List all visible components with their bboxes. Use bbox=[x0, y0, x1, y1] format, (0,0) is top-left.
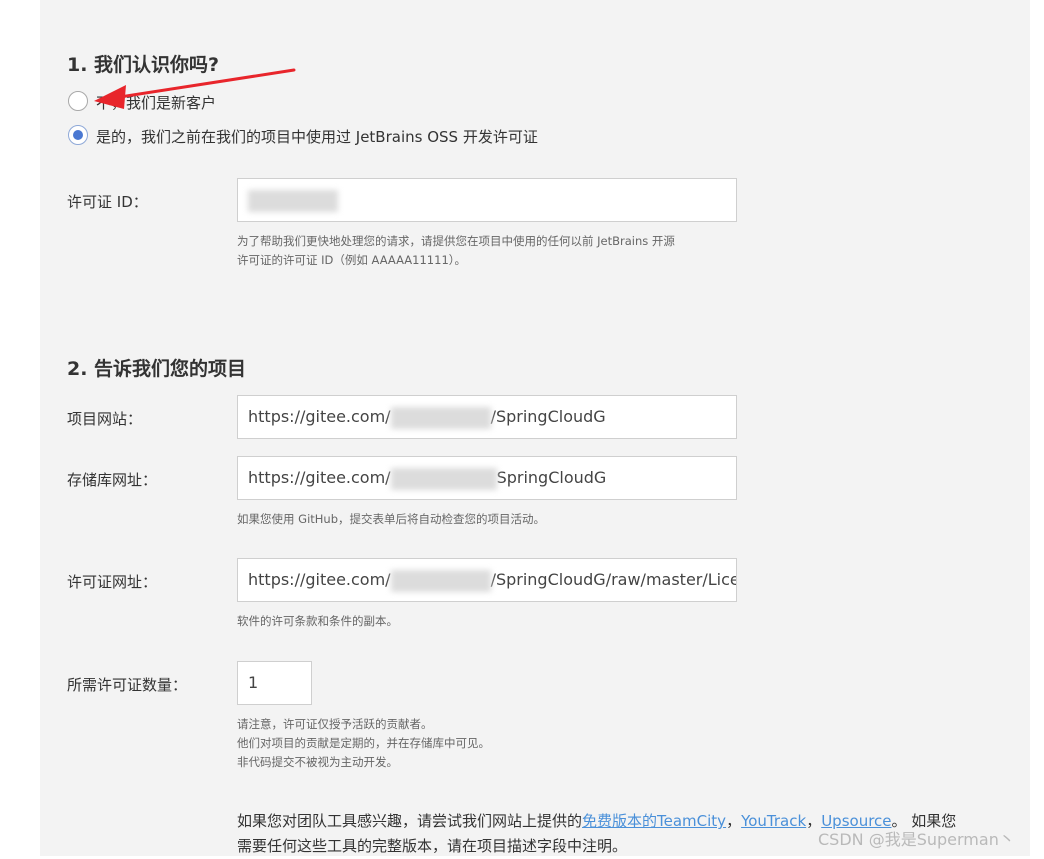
csdn-watermark: CSDN @我是Superman丶 bbox=[818, 830, 1015, 849]
arrow-shaft bbox=[118, 68, 296, 99]
arrow-head bbox=[94, 85, 126, 109]
annotation-arrow bbox=[94, 68, 296, 109]
